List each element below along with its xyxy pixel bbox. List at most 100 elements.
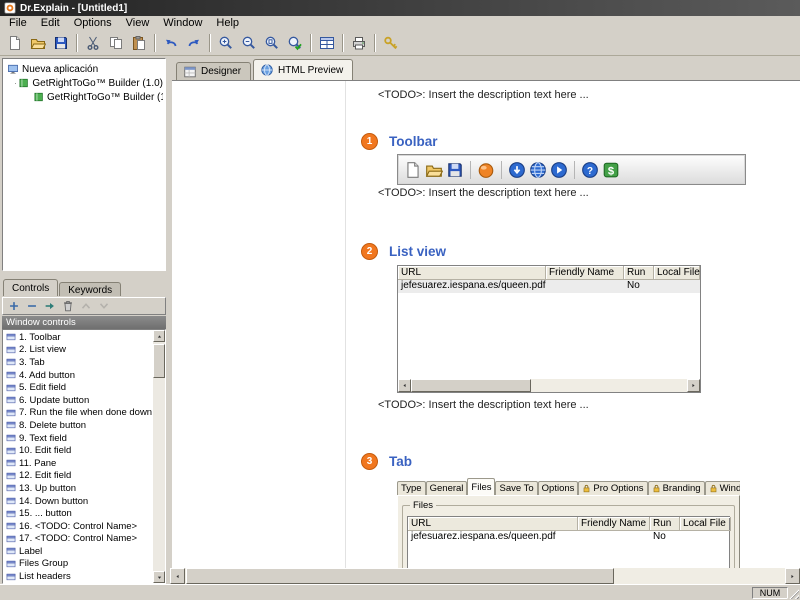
scroll-track[interactable] <box>153 342 165 571</box>
control-list-item[interactable]: 1. Toolbar <box>4 331 152 344</box>
menu-item[interactable]: Window <box>156 16 209 30</box>
control-list-item[interactable]: 11. Pane <box>4 457 152 470</box>
control-list-item[interactable]: List headers <box>4 570 152 582</box>
copy-icon <box>108 35 124 51</box>
control-item-label: 14. Down button <box>19 495 89 507</box>
title-bar[interactable]: Dr.Explain - [Untitled1] <box>0 0 800 16</box>
control-item-label: 2. List view <box>19 344 66 356</box>
mini-toolbar-button[interactable] <box>6 299 21 314</box>
toolbar-button[interactable] <box>348 32 370 54</box>
control-list-item[interactable]: 4. Add button <box>4 369 152 382</box>
scroll-right-button[interactable] <box>785 568 800 584</box>
toolbar-button[interactable] <box>128 32 150 54</box>
toolbar-button[interactable] <box>215 32 237 54</box>
tree-root-item[interactable]: Nueva aplicación <box>5 62 163 76</box>
left-panel-tab[interactable]: Keywords <box>59 282 122 296</box>
project-tree-panel: Nueva aplicación GetRightToGo™ Builder (… <box>2 58 166 271</box>
main-horizontal-scrollbar[interactable] <box>170 568 800 584</box>
scroll-thumb[interactable] <box>186 568 614 584</box>
resize-grip[interactable] <box>787 587 799 599</box>
document-tab[interactable]: HTML Preview <box>253 59 354 80</box>
open-folder-icon <box>30 35 46 51</box>
scroll-up-button[interactable] <box>153 330 165 342</box>
app-logo-icon <box>4 2 16 14</box>
tab-control-screenshot: Type General Files Save To Options Pro O… <box>397 478 740 568</box>
tri-right-icon <box>690 382 697 389</box>
toolbar-button[interactable] <box>238 32 260 54</box>
toolbar-button[interactable] <box>160 32 182 54</box>
toolbar-button[interactable] <box>82 32 104 54</box>
list-column-header: Run <box>650 517 680 531</box>
toolbar-separator <box>374 33 376 52</box>
control-list-item[interactable]: 14. Down button <box>4 495 152 508</box>
lock-icon <box>582 484 591 493</box>
control-item-label: 17. <TODO: Control Name> <box>19 533 138 545</box>
control-item-label: Files Group <box>19 558 69 570</box>
mini-toolbar-button[interactable] <box>96 299 111 314</box>
mini-toolbar-button[interactable] <box>60 299 75 314</box>
toolbar-button[interactable] <box>50 32 72 54</box>
control-list-item[interactable]: 5. Edit field <box>4 381 152 394</box>
toolbar-button[interactable] <box>380 32 402 54</box>
left-panel-tab[interactable]: Controls <box>3 279 59 296</box>
scroll-down-button[interactable] <box>153 571 165 583</box>
control-list-item[interactable]: 7. Run the file when done download... <box>4 407 152 420</box>
section-number-badge: 1 <box>361 133 378 150</box>
mini-toolbar-button[interactable] <box>78 299 93 314</box>
scroll-left-button[interactable] <box>170 568 185 584</box>
control-list-item[interactable]: 3. Tab <box>4 356 152 369</box>
control-list-item[interactable]: 12. Edit field <box>4 470 152 483</box>
mini-toolbar-button[interactable] <box>24 299 39 314</box>
menu-item[interactable]: View <box>119 16 157 30</box>
toolbar-separator <box>501 160 502 179</box>
toolbar-button[interactable] <box>183 32 205 54</box>
control-icon <box>6 357 16 367</box>
tree-item[interactable]: GetRightToGo™ Builder (1.0) <box>15 76 163 90</box>
control-icon <box>6 332 16 342</box>
control-list-item[interactable]: 10. Edit field <box>4 444 152 457</box>
todo-description-text: <TODO>: Insert the description text here… <box>378 89 589 101</box>
menu-item[interactable]: Options <box>67 16 119 30</box>
toolbar-button[interactable] <box>27 32 49 54</box>
toolbar-button[interactable] <box>316 32 338 54</box>
cell-friendly-name <box>578 531 650 544</box>
scroll-track[interactable] <box>185 568 785 584</box>
document-tab[interactable]: Designer <box>176 62 252 80</box>
menu-item[interactable]: Help <box>209 16 246 30</box>
toolbar-button[interactable] <box>105 32 127 54</box>
toolbar-button[interactable] <box>261 32 283 54</box>
control-item-label: 3. Tab <box>19 356 45 368</box>
menu-item[interactable]: Edit <box>34 16 67 30</box>
controls-scrollbar[interactable] <box>153 330 165 583</box>
preview-tab: Window <box>704 481 740 495</box>
mini-toolbar-button[interactable] <box>42 299 57 314</box>
control-list-item[interactable]: 16. <TODO: Control Name> <box>4 520 152 533</box>
menu-bar: File Edit Options View Window Help <box>0 16 800 30</box>
toolbar-button[interactable] <box>4 32 26 54</box>
section-heading-tab: 3 Tab <box>361 453 412 470</box>
control-icon <box>6 521 16 531</box>
control-list-item[interactable]: 15. ... button <box>4 507 152 520</box>
control-list-item[interactable]: 9. Text field <box>4 432 152 445</box>
control-list-item[interactable]: 17. <TODO: Control Name> <box>4 533 152 546</box>
zoom-check-icon <box>287 35 303 51</box>
toolbar-button[interactable] <box>284 32 306 54</box>
scroll-thumb[interactable] <box>153 344 165 378</box>
undo-icon <box>163 35 179 51</box>
control-list-item[interactable]: Label <box>4 545 152 558</box>
tree-item[interactable]: GetRightToGo™ Builder (1.0) <box>31 90 163 104</box>
control-list-item[interactable]: Files Group <box>4 558 152 571</box>
control-icon <box>6 370 16 380</box>
control-list-item[interactable]: 6. Update button <box>4 394 152 407</box>
control-icon <box>6 395 16 405</box>
control-item-label: 12. Edit field <box>19 470 72 482</box>
zoom-out-icon <box>241 35 257 51</box>
control-list-item[interactable]: 2. List view <box>4 344 152 357</box>
control-icon <box>6 559 16 569</box>
preview-tab: Type <box>397 481 426 495</box>
control-list-item[interactable]: 8. Delete button <box>4 419 152 432</box>
menu-item[interactable]: File <box>2 16 34 30</box>
download-icon <box>508 161 526 179</box>
cut-icon <box>85 35 101 51</box>
control-list-item[interactable]: 13. Up button <box>4 482 152 495</box>
